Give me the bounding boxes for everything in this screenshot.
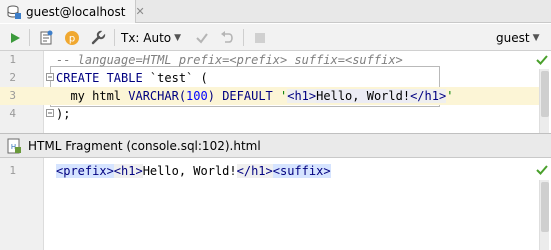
tx-mode-label: Tx: Auto: [121, 30, 172, 45]
code-line: 4 );: [0, 105, 540, 123]
console-toolbar: p Tx: Auto ▼ guest ▼: [0, 24, 551, 51]
chevron-down-icon: ▼: [174, 32, 182, 43]
wrench-icon: [90, 29, 106, 46]
checkmark-icon: [536, 164, 548, 176]
parameters-button[interactable]: p: [62, 28, 82, 47]
html-tag-open: <h1>: [113, 164, 143, 178]
type-close-paren: ): [207, 89, 215, 103]
rollback-button[interactable]: [217, 28, 237, 47]
scrollbar-thumb[interactable]: [541, 182, 549, 232]
schema-dropdown[interactable]: guest ▼: [496, 28, 544, 47]
suffix-text: <suffix>: [272, 164, 331, 178]
run-icon: [9, 32, 21, 44]
fragment-title: HTML Fragment (console.sql:102).html: [28, 138, 261, 153]
column-definition: my html VARCHAR(100) DEFAULT ' <h1>Hello,…: [56, 87, 453, 105]
schema-label: guest: [496, 30, 530, 45]
tab-bar: guest@localhost ✕: [0, 0, 551, 23]
code-line-current: 3 my html VARCHAR(100) DEFAULT ' <h1>Hell…: [0, 87, 540, 105]
line-number: 1: [9, 164, 16, 177]
html-tag-close: </h1>: [236, 164, 273, 178]
fold-marker-icon[interactable]: [46, 73, 54, 81]
tab-console[interactable]: guest@localhost ✕: [0, 0, 145, 23]
fragment-scrollbar[interactable]: [539, 180, 549, 250]
fragment-header: H HTML Fragment (console.sql:102).html: [0, 133, 551, 158]
type-size: 100: [186, 89, 208, 103]
checkmark-icon: [536, 54, 548, 66]
statement-end: );: [56, 107, 71, 121]
toolbar-separator: [114, 29, 115, 46]
toolbar-separator: [29, 29, 30, 46]
string-quote-close: ': [446, 89, 454, 103]
history-icon: [38, 30, 54, 46]
line-number: 2: [9, 71, 16, 84]
commit-button[interactable]: [192, 28, 212, 47]
svg-text:p: p: [69, 33, 75, 44]
editor-scrollbar[interactable]: [539, 69, 549, 133]
injected-text: Hello, World!: [316, 89, 411, 103]
create-table-statement: CREATE TABLE `test` (: [56, 69, 208, 87]
line-number: 4: [9, 107, 16, 120]
fold-marker-icon[interactable]: [46, 109, 54, 117]
chevron-down-icon: ▼: [532, 32, 540, 43]
line-number: 3: [9, 89, 16, 102]
column-name: my html: [56, 89, 129, 103]
prefix-text: <prefix>: [56, 164, 114, 178]
code-line: 1 -- language=HTML prefix=<prefix> suffi…: [0, 51, 540, 69]
fragment-code: <prefix><h1>Hello, World!</h1><suffix>: [56, 162, 331, 180]
toolbar-separator: [243, 29, 244, 46]
default-keyword: DEFAULT: [214, 89, 280, 103]
scrollbar-thumb[interactable]: [541, 71, 549, 117]
keyword-create-table: CREATE TABLE: [56, 71, 143, 85]
sql-editor[interactable]: 1 -- language=HTML prefix=<prefix> suffi…: [0, 51, 551, 133]
rollback-icon: [219, 30, 235, 46]
tab-title: guest@localhost: [26, 4, 126, 19]
run-button[interactable]: [6, 28, 24, 47]
html-tag-open: <h1>: [287, 89, 317, 103]
stop-button[interactable]: [250, 28, 270, 47]
parameters-icon: p: [64, 30, 80, 46]
line-number: 1: [9, 53, 16, 66]
comment-text: -- language=HTML prefix=<prefix> suffix=…: [56, 53, 403, 67]
settings-button[interactable]: [88, 28, 108, 47]
fragment-editor[interactable]: 1 <prefix><h1>Hello, World!</h1><suffix>: [0, 158, 551, 250]
code-line: 1 <prefix><h1>Hello, World!</h1><suffix>: [0, 162, 540, 180]
database-console-icon: [6, 4, 22, 20]
tx-mode-dropdown[interactable]: Tx: Auto ▼: [121, 28, 181, 47]
stop-icon: [253, 31, 267, 45]
fragment-text: Hello, World!: [142, 164, 237, 178]
html-file-icon: H: [6, 138, 22, 154]
html-tag-close: </h1>: [410, 89, 447, 103]
code-line: 2 CREATE TABLE `test` (: [0, 69, 540, 87]
history-button[interactable]: [36, 28, 56, 47]
close-icon[interactable]: ✕: [135, 5, 144, 18]
table-name: `test` (: [142, 71, 208, 85]
type-keyword: VARCHAR(: [128, 89, 187, 103]
commit-check-icon: [194, 30, 210, 46]
